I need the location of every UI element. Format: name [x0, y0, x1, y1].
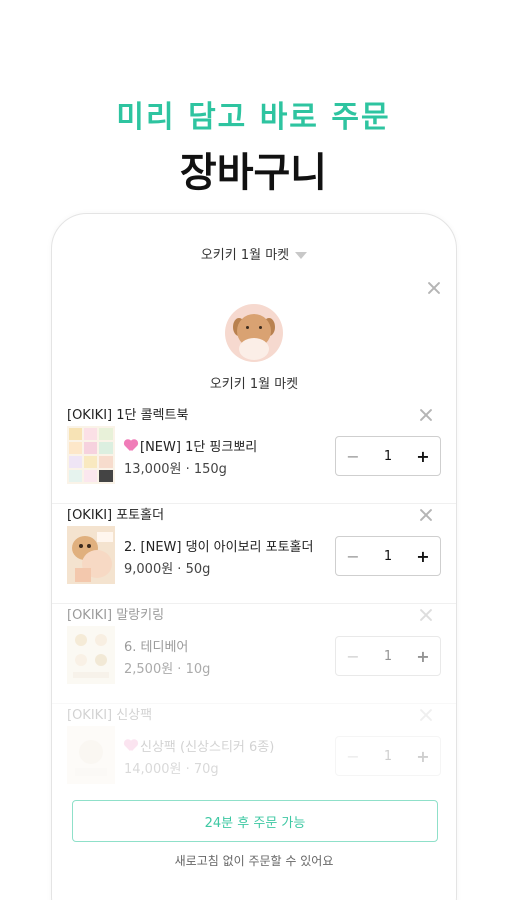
quantity-stepper: − 1 + — [335, 436, 441, 476]
product-name: [NEW] 1단 핑크뽀리 — [124, 436, 257, 455]
remove-item-icon[interactable] — [419, 708, 433, 722]
remove-item-icon[interactable] — [419, 508, 433, 522]
market-selector-label: 오키키 1월 마켓 — [200, 248, 290, 263]
refresh-hint: 새로고침 없이 주문할 수 있어요 — [174, 854, 334, 868]
remove-item-icon[interactable] — [419, 608, 433, 622]
increase-quantity-button[interactable]: + — [406, 437, 440, 475]
product-price: 9,000원 · 50g — [124, 562, 211, 577]
quantity-stepper: − 1 + — [335, 536, 441, 576]
product-price: 13,000원 · 150g — [124, 462, 227, 477]
phone-frame: 오키키 1월 마켓 오키키 1월 마켓 [OKIKI] 1단 콜렉트북 [NEW… — [51, 213, 457, 900]
quantity-stepper: − 1 + — [335, 736, 441, 776]
cart-item-title: [OKIKI] 신상팩 — [67, 708, 153, 723]
heart-icon — [124, 440, 138, 452]
cart-item: [OKIKI] 포토홀더 2. [NEW] 댕이 아이보리 포토홀더 9,000… — [52, 504, 456, 604]
decrease-quantity-button[interactable]: − — [336, 437, 370, 475]
cart-item-title: [OKIKI] 1단 콜렉트북 — [67, 408, 189, 423]
quantity-value: 1 — [383, 448, 393, 464]
cart-item: [OKIKI] 신상팩 신상팩 (신상스티커 6종) 14,000원 · 70g… — [52, 704, 456, 804]
close-market-icon[interactable] — [427, 281, 441, 295]
avatar — [225, 304, 283, 362]
product-name: 6. 테디베어 — [124, 640, 189, 655]
product-price: 2,500원 · 10g — [124, 662, 211, 677]
increase-quantity-button[interactable]: + — [406, 737, 440, 775]
chevron-down-icon — [295, 252, 308, 259]
hero-subtitle: 미리 담고 바로 주문 — [116, 100, 391, 135]
product-name: 신상팩 (신상스티커 6종) — [124, 736, 274, 755]
cart-item-title: [OKIKI] 포토홀더 — [67, 508, 165, 523]
product-thumbnail — [67, 526, 115, 584]
increase-quantity-button[interactable]: + — [406, 637, 440, 675]
heart-icon — [124, 740, 138, 752]
cart-item: [OKIKI] 1단 콜렉트북 [NEW] 1단 핑크뽀리 13,000원 · … — [52, 404, 456, 504]
quantity-value: 1 — [383, 748, 393, 764]
decrease-quantity-button[interactable]: − — [336, 537, 370, 575]
product-price: 14,000원 · 70g — [124, 762, 219, 777]
quantity-value: 1 — [383, 648, 393, 664]
product-thumbnail — [67, 626, 115, 684]
increase-quantity-button[interactable]: + — [406, 537, 440, 575]
remove-item-icon[interactable] — [419, 408, 433, 422]
cart-item: [OKIKI] 말랑키링 6. 테디베어 2,500원 · 10g − 1 + — [52, 604, 456, 704]
order-button[interactable]: 24분 후 주문 가능 — [72, 800, 438, 842]
product-thumbnail — [67, 726, 115, 784]
seller-name: 오키키 1월 마켓 — [209, 377, 299, 392]
decrease-quantity-button[interactable]: − — [336, 637, 370, 675]
product-thumbnail — [67, 426, 115, 484]
decrease-quantity-button[interactable]: − — [336, 737, 370, 775]
cart-item-title: [OKIKI] 말랑키링 — [67, 608, 165, 623]
quantity-stepper: − 1 + — [335, 636, 441, 676]
page-title: 장바구니 — [179, 150, 328, 196]
market-selector[interactable]: 오키키 1월 마켓 — [52, 244, 456, 263]
product-name: 2. [NEW] 댕이 아이보리 포토홀더 — [124, 540, 314, 555]
quantity-value: 1 — [383, 548, 393, 564]
